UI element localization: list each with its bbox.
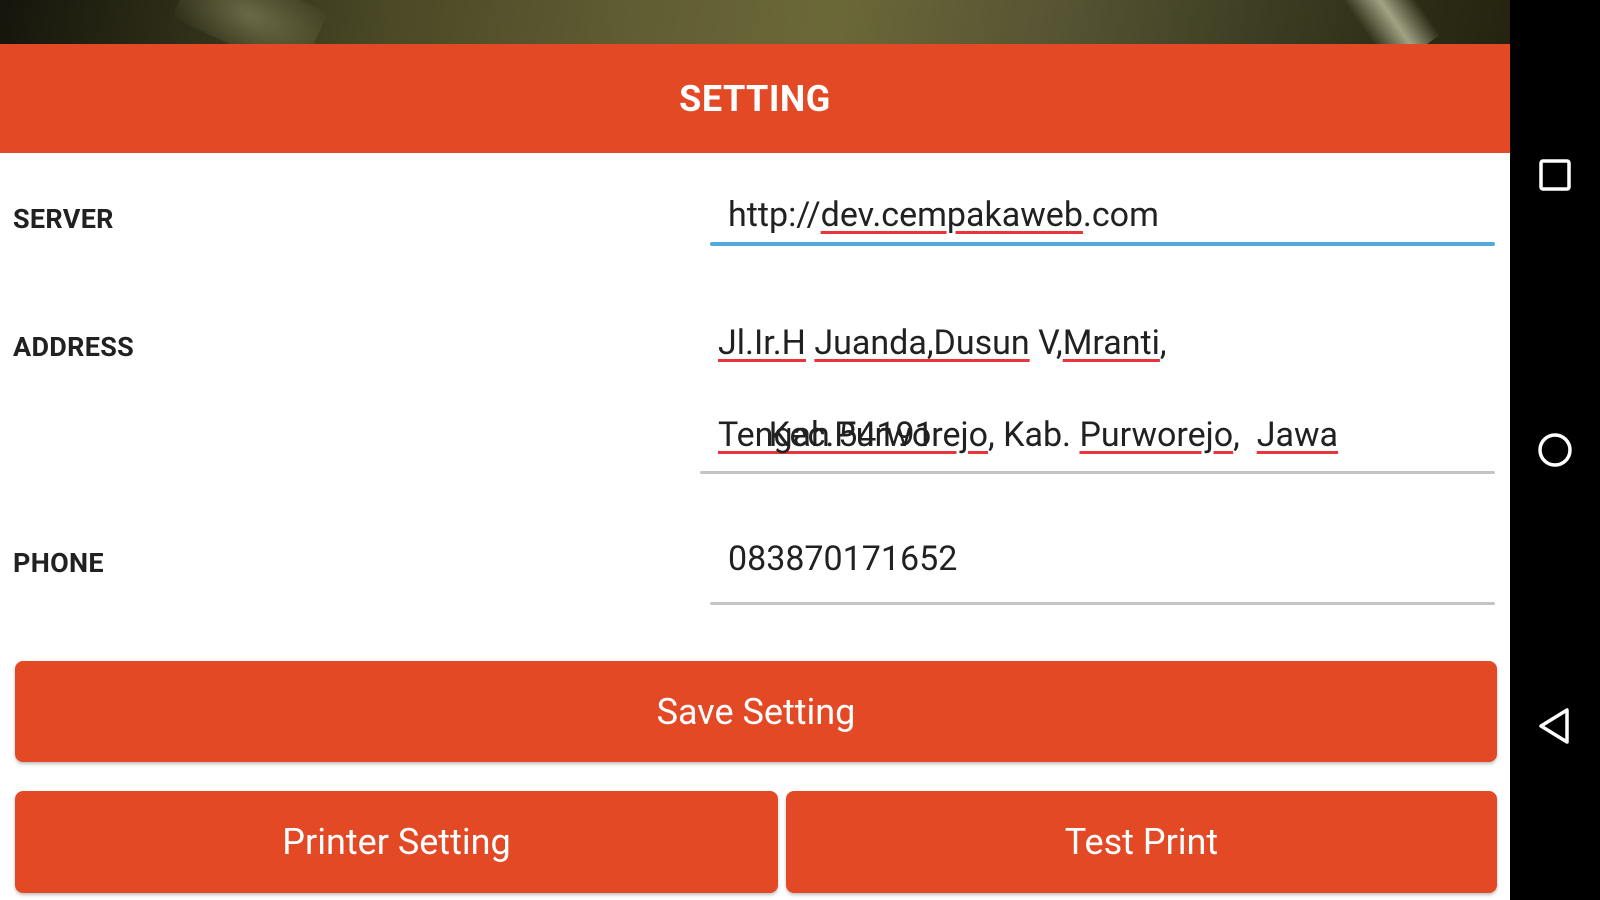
server-input[interactable]: http://dev.cempakaweb.com (710, 192, 1495, 254)
phone-input[interactable]: 083870171652 (710, 536, 1495, 608)
page-title: SETTING (679, 77, 831, 120)
save-setting-label: Save Setting (656, 690, 856, 733)
back-triangle-icon (1539, 708, 1569, 744)
address-line-3: Tengah 54191 (718, 415, 934, 455)
phone-label: PHONE (13, 547, 104, 579)
recents-square-icon (1539, 159, 1571, 191)
printer-setting-label: Printer Setting (282, 821, 511, 863)
address-label: ADDRESS (13, 331, 135, 363)
printer-setting-button[interactable]: Printer Setting (15, 791, 778, 893)
app-screen: SETTING SERVER http://dev.cempakaweb.com… (0, 0, 1510, 900)
server-value-prefix: http:// (728, 195, 821, 235)
back-button[interactable] (1510, 681, 1600, 771)
phone-value: 083870171652 (728, 539, 958, 579)
save-setting-button[interactable]: Save Setting (15, 661, 1497, 762)
home-circle-icon (1538, 433, 1572, 467)
address-input[interactable]: Jl.Ir.H Juanda,Dusun V,Mranti, Kec.Purwo… (700, 320, 1495, 476)
server-label: SERVER (13, 203, 114, 235)
address-line-1: Jl.Ir.H Juanda,Dusun V,Mranti, (718, 323, 1167, 363)
test-print-button[interactable]: Test Print (786, 791, 1497, 893)
home-button[interactable] (1510, 405, 1600, 495)
header-image (0, 0, 1510, 44)
server-value-domain: dev.cempakaweb (820, 195, 1083, 235)
server-value-tld: .com (1082, 195, 1159, 235)
recents-button[interactable] (1510, 130, 1600, 220)
system-nav-bar (1510, 0, 1600, 900)
test-print-label: Test Print (1064, 821, 1219, 863)
title-bar: SETTING (0, 44, 1510, 153)
